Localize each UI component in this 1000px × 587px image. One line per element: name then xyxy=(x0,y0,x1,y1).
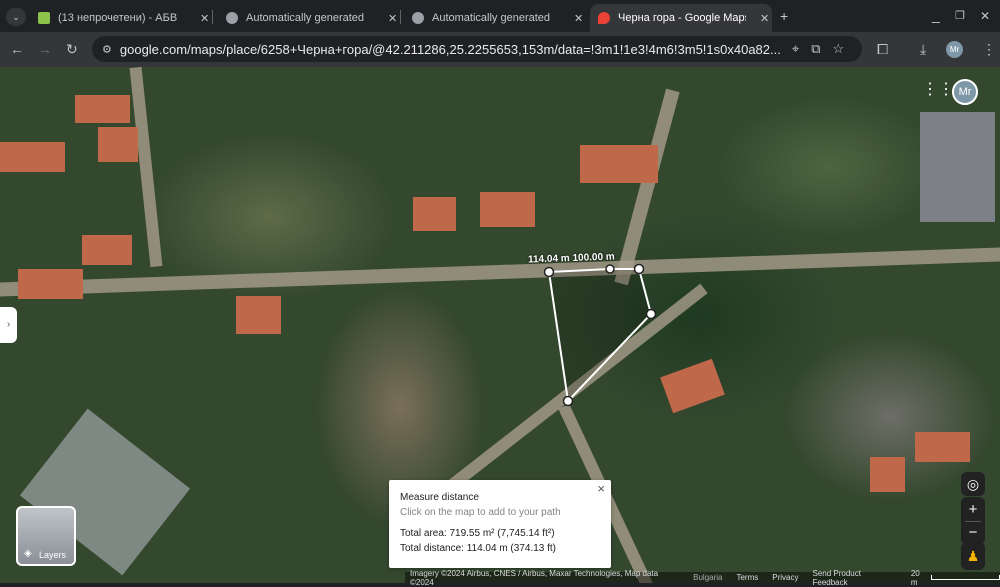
feedback-link[interactable]: Send Product Feedback xyxy=(813,569,897,587)
install-icon[interactable]: ⧉ xyxy=(811,41,820,57)
reload-icon[interactable]: ↻ xyxy=(66,42,78,56)
browser-toolbar: ← → ↻ ⚙ google.com/maps/place/6258+Черна… xyxy=(0,32,1000,67)
bookmark-star-icon[interactable]: ☆ xyxy=(833,41,845,57)
close-window-icon[interactable]: ✕ xyxy=(980,9,990,23)
close-icon[interactable]: × xyxy=(597,481,605,496)
measure-point xyxy=(543,266,555,278)
maps-pin-icon xyxy=(598,12,610,24)
site-info-icon[interactable]: ⚙ xyxy=(102,43,112,56)
zoom-controls: + − xyxy=(961,497,985,545)
measure-point xyxy=(562,395,574,407)
total-area: Total area: 719.55 m² (7,745.14 ft²) xyxy=(400,528,555,539)
close-tab-icon[interactable]: ✕ xyxy=(388,12,397,25)
total-distance: Total distance: 114.04 m (374.13 ft) xyxy=(400,543,557,554)
restore-icon[interactable]: ❐ xyxy=(955,9,965,23)
extensions-icon[interactable]: ⧠ xyxy=(877,42,888,56)
panel-title: Measure distance xyxy=(400,492,479,503)
measure-distance-panel: × Measure distance Click on the map to a… xyxy=(389,480,611,568)
measure-point xyxy=(645,308,657,320)
globe-icon xyxy=(226,12,238,24)
account-avatar[interactable]: Mr xyxy=(952,79,978,105)
menu-icon[interactable]: ⋮ xyxy=(982,42,996,56)
street-view-pegman[interactable]: ♟ xyxy=(961,542,985,570)
expand-side-panel-button[interactable]: › xyxy=(0,307,17,343)
minimize-icon[interactable]: _ xyxy=(932,8,940,22)
measure-point xyxy=(633,263,645,275)
back-icon[interactable]: ← xyxy=(10,42,24,56)
tab-3[interactable]: Automatically generated ✕ xyxy=(404,4,583,32)
privacy-link[interactable]: Privacy xyxy=(772,573,798,582)
globe-icon xyxy=(412,12,424,24)
close-tab-icon[interactable]: ✕ xyxy=(760,12,769,25)
panel-hint: Click on the map to add to your path xyxy=(400,507,561,518)
zoom-in-button[interactable]: + xyxy=(969,499,978,521)
tab-1[interactable]: (13 непрочетени) - АБВ ✕ xyxy=(30,4,209,32)
tab-bar: ⌄ (13 непрочетени) - АБВ ✕ Automatically … xyxy=(0,0,1000,32)
address-bar[interactable]: ⚙ google.com/maps/place/6258+Черна+гора/… xyxy=(92,36,862,62)
layers-button[interactable]: ◈ Layers xyxy=(16,506,76,566)
map-footer: Imagery ©2024 Airbus, CNES / Airbus, Max… xyxy=(405,569,1000,587)
close-tab-icon[interactable]: ✕ xyxy=(200,12,209,25)
home-icon xyxy=(38,12,50,24)
zoom-out-button[interactable]: − xyxy=(965,520,981,544)
location-icon[interactable]: ⌖ xyxy=(792,41,799,57)
new-tab-icon[interactable]: + xyxy=(780,9,788,23)
download-icon[interactable]: ⤓ xyxy=(920,42,926,56)
layers-icon: ◈ xyxy=(24,548,32,559)
apps-grid-icon[interactable]: ⋮⋮ xyxy=(922,82,954,98)
measure-point xyxy=(605,264,615,274)
forward-icon[interactable]: → xyxy=(38,42,52,56)
tab-search-button[interactable]: ⌄ xyxy=(6,8,26,26)
scale-bar[interactable]: 20 m xyxy=(911,569,1000,587)
close-tab-icon[interactable]: ✕ xyxy=(574,12,583,25)
profile-avatar[interactable]: Mr xyxy=(946,41,963,58)
tab-2[interactable]: Automatically generated ✕ xyxy=(218,4,397,32)
my-location-button[interactable]: ◎ xyxy=(961,472,985,496)
terms-link[interactable]: Terms xyxy=(736,573,758,582)
url-text: google.com/maps/place/6258+Черна+гора/@4… xyxy=(119,41,780,57)
tab-4-active[interactable]: Черна гора - Google Maps ✕ xyxy=(590,4,772,32)
